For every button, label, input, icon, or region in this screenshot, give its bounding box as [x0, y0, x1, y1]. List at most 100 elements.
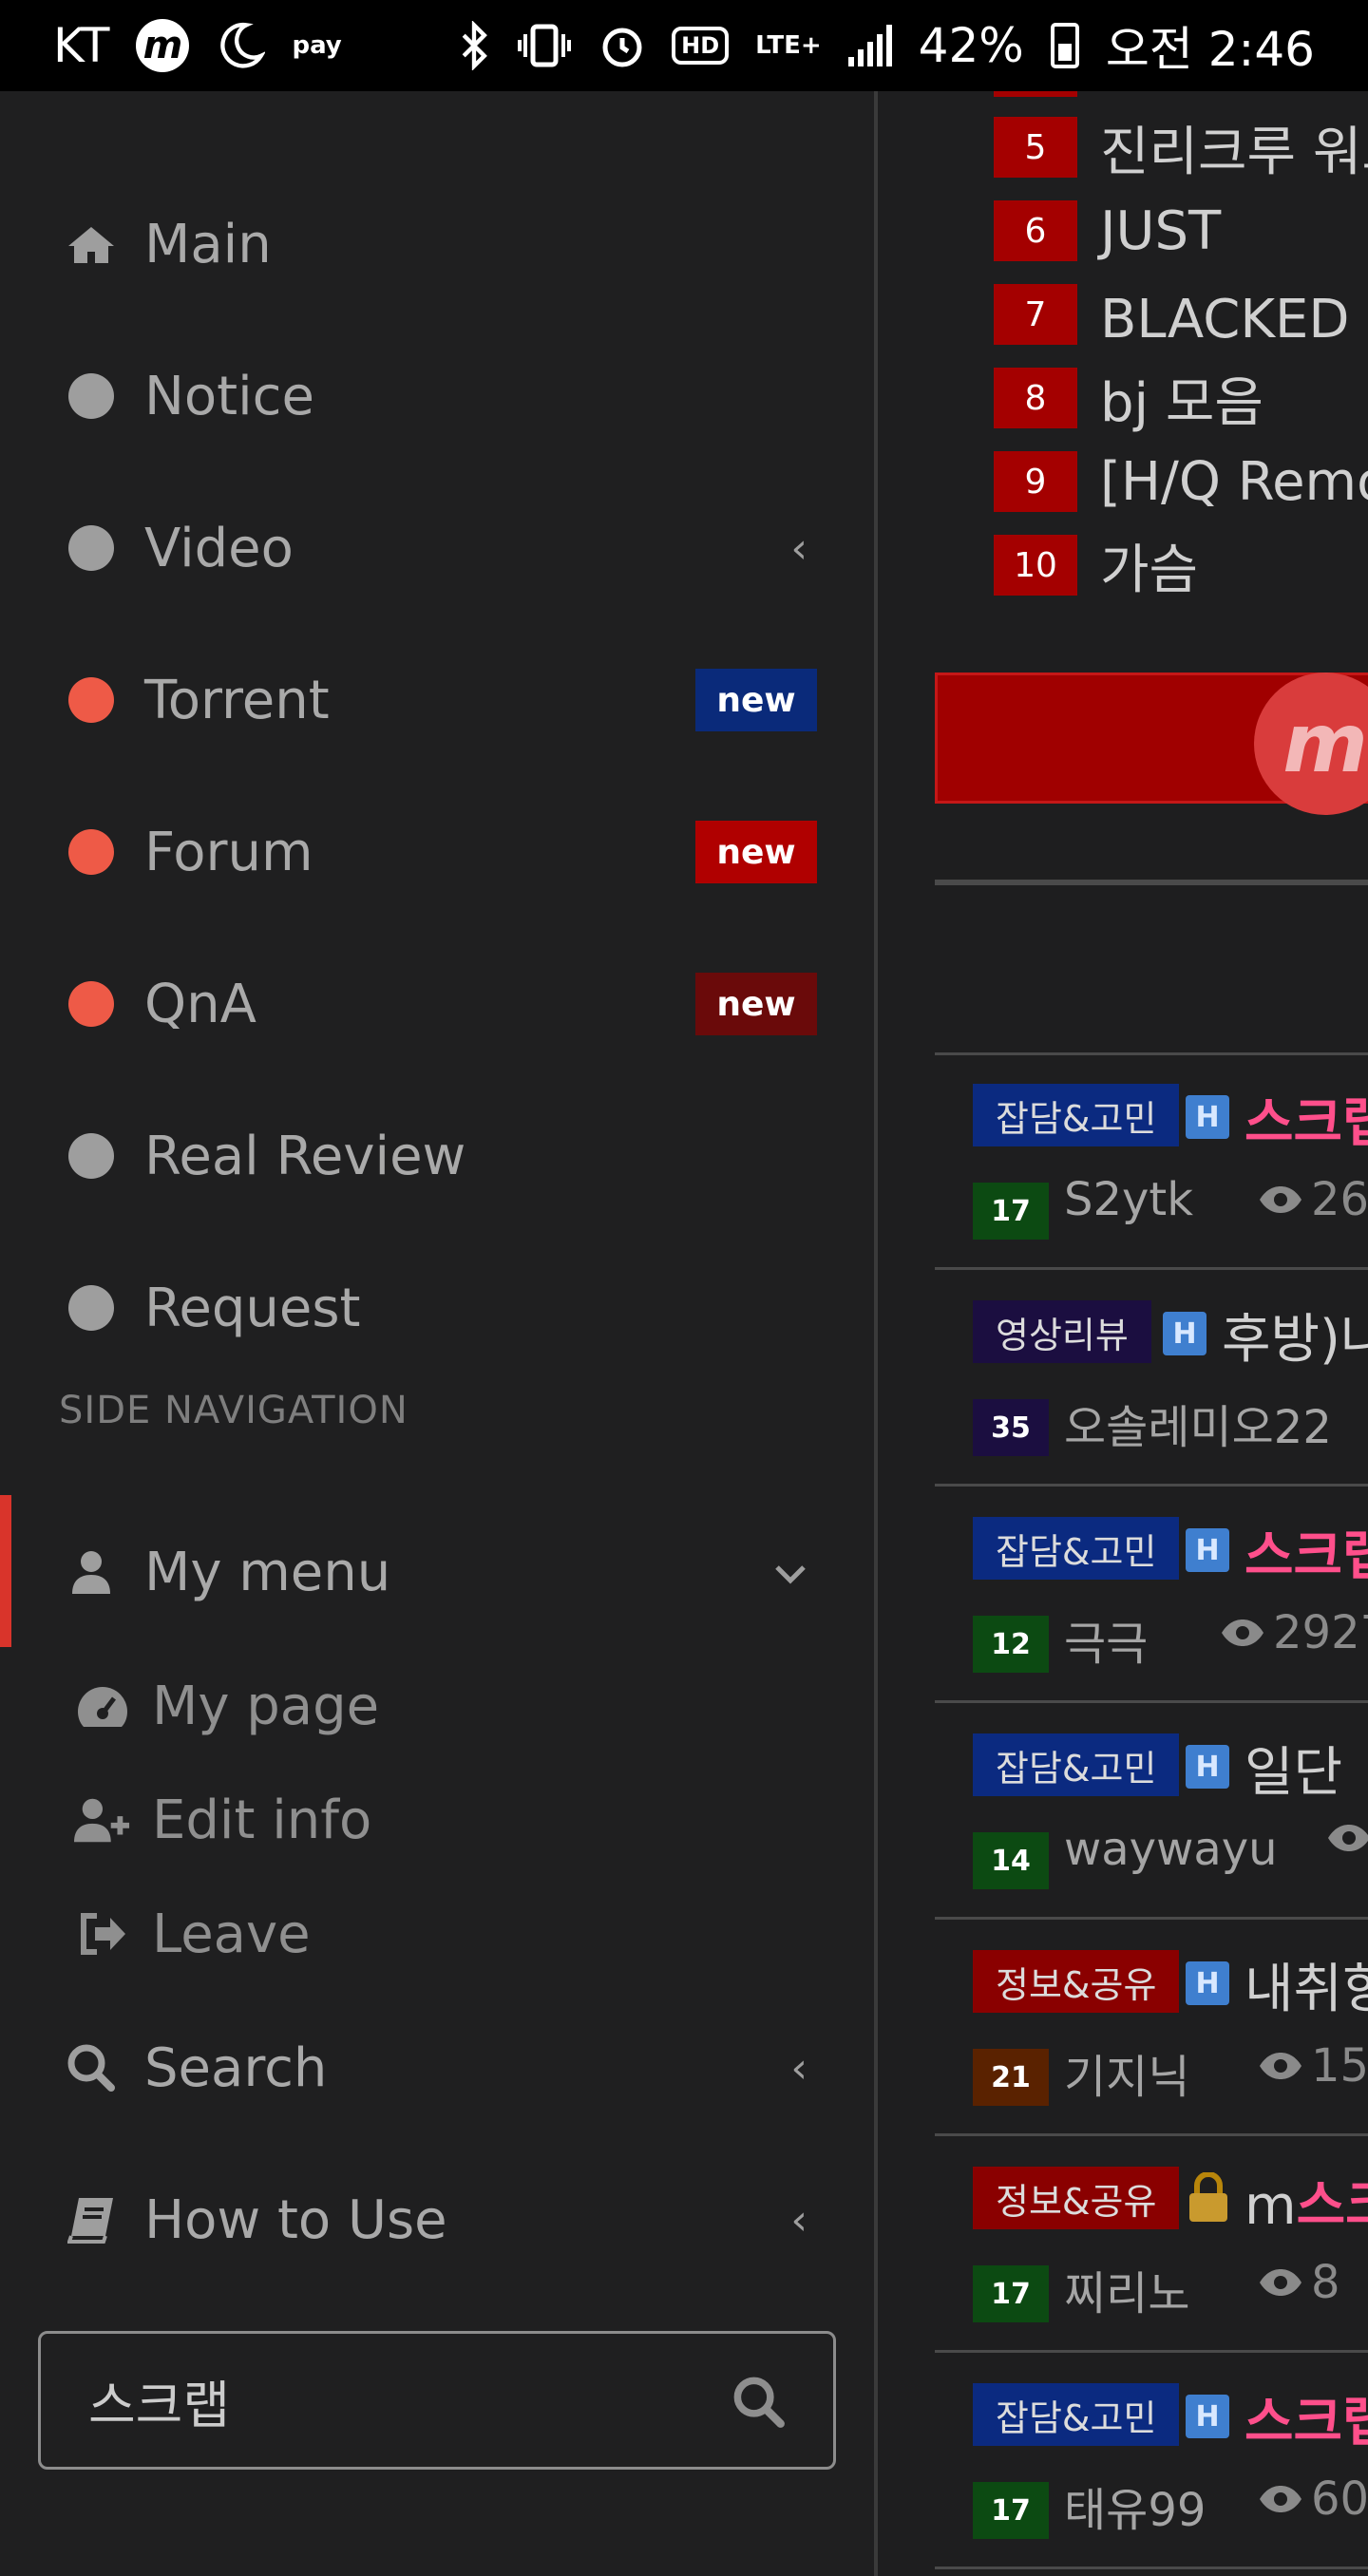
rank-title: 가슴	[1100, 539, 1199, 601]
nav-item-forum[interactable]: Forum new	[0, 800, 874, 904]
nav-item-torrent[interactable]: Torrent new	[0, 648, 874, 752]
post-row[interactable]: 잡담&고민 H 스크랩 17 태유99 60	[935, 2355, 1368, 2569]
dot-icon	[66, 1283, 116, 1333]
rank-badge-partial	[994, 91, 1077, 97]
category-tag: 영상리뷰	[973, 1300, 1151, 1363]
rank-item[interactable]: 5 진리크루 워크	[994, 114, 1368, 183]
rank-title: 진리크루 워크	[1100, 121, 1368, 183]
post-author: waywayu	[1064, 1823, 1278, 1876]
nav-item-main[interactable]: Main	[0, 192, 874, 296]
nav-label: Torrent	[144, 669, 330, 731]
eye-icon	[1260, 1186, 1302, 1213]
post-title: 스크랩	[1244, 1092, 1368, 1154]
user-plus-icon	[74, 1795, 131, 1845]
rank-number: 9	[994, 451, 1077, 512]
eye-icon	[1328, 1825, 1368, 1851]
battery-percent: 42%	[918, 18, 1024, 73]
post-author: S2ytk	[1064, 1173, 1194, 1226]
category-tag: 정보&공유	[973, 2167, 1180, 2229]
rank-title: BLACKED 시	[1100, 288, 1368, 350]
nav-item-notice[interactable]: Notice	[0, 344, 874, 448]
dot-icon	[66, 1131, 116, 1181]
view-count: 8	[1258, 2256, 1340, 2309]
post-row[interactable]: 잡담&고민 H 일단 14 waywayu	[935, 1705, 1368, 1920]
view-count: 15	[1258, 2039, 1368, 2093]
level-badge: 12	[973, 1616, 1049, 1673]
post-author: 태유99	[1064, 2484, 1206, 2537]
alarm-icon	[599, 21, 645, 70]
rank-item[interactable]: 10 가슴	[994, 532, 1198, 601]
sub-label: Edit info	[152, 1789, 372, 1851]
rank-title: bj 모음	[1100, 371, 1264, 434]
rank-number: 10	[994, 535, 1077, 596]
dot-icon	[66, 371, 116, 421]
nav-item-request[interactable]: Request	[0, 1256, 874, 1360]
post-row[interactable]: 정보&공유 m스크랩 17 찌리노 8	[935, 2138, 1368, 2353]
level-badge: 17	[973, 2265, 1049, 2322]
title-prefix: m	[1244, 2175, 1297, 2237]
section-heading: SIDE NAVIGATION	[59, 1389, 408, 1432]
nav-label: Main	[144, 213, 272, 275]
post-row[interactable]: 잡담&고민 H 스크랩 12 극극 2927	[935, 1488, 1368, 1703]
post-row[interactable]: 정보&공유 H 내취향 21 기지닉 15	[935, 1922, 1368, 2136]
nav-label: Search	[144, 2036, 328, 2099]
view-number: 60	[1311, 2472, 1368, 2526]
nav-item-real-review[interactable]: Real Review	[0, 1104, 874, 1208]
clock: 오전 2:46	[1105, 22, 1315, 77]
level-badge: 21	[973, 2049, 1049, 2106]
category-tag: 잡담&고민	[973, 2383, 1180, 2446]
nav-label: Real Review	[144, 1125, 466, 1187]
nav-label: Request	[144, 1277, 361, 1339]
rank-item[interactable]: 6 JUST	[994, 198, 1221, 264]
hot-icon: H	[1186, 1095, 1229, 1139]
view-count: 60	[1258, 2472, 1368, 2526]
hot-icon: H	[1186, 1745, 1229, 1789]
rank-item[interactable]: 7 BLACKED 시	[994, 281, 1368, 350]
rank-number: 7	[994, 284, 1077, 345]
category-tag: 잡담&고민	[973, 1517, 1180, 1580]
post-author: 찌리노	[1064, 2267, 1190, 2320]
bluetooth-icon	[459, 21, 489, 70]
nav-item-my-menu[interactable]: My menu	[0, 1520, 874, 1624]
sub-label: Leave	[152, 1903, 311, 1965]
sign-out-icon	[74, 1909, 131, 1959]
sub-item-leave[interactable]: Leave	[0, 1886, 874, 1981]
side-drawer: Main Notice Video ‹ Torrent new Forum ne…	[0, 91, 874, 2576]
sub-item-my-page[interactable]: My page	[0, 1658, 874, 1753]
eye-icon	[1260, 2269, 1302, 2296]
post-author: 기지닉	[1064, 2051, 1190, 2104]
view-count: 265	[1258, 1173, 1368, 1226]
vibrate-icon	[516, 21, 573, 70]
divider-line	[935, 880, 1368, 885]
nav-item-search[interactable]: Search ‹	[0, 2016, 874, 2120]
post-row[interactable]: 잡담&고민 H 스크랩 17 S2ytk 265	[935, 1055, 1368, 1270]
hot-icon: H	[1163, 1312, 1206, 1355]
chevron-down-icon	[773, 1548, 808, 1597]
search-icon	[66, 2043, 116, 2093]
search-icon[interactable]	[732, 2376, 786, 2433]
sidebar-search-box	[38, 2331, 836, 2470]
title-highlight: 스크랩	[1296, 2175, 1368, 2237]
rank-number: 8	[994, 368, 1077, 428]
sub-item-edit-info[interactable]: Edit info	[0, 1772, 874, 1867]
post-title: 후방)나	[1222, 1309, 1368, 1371]
nav-label: QnA	[144, 973, 256, 1035]
nav-item-how-to-use[interactable]: How to Use ‹	[0, 2168, 874, 2272]
lte-icon: LTE+	[755, 31, 822, 60]
view-number: 2927	[1273, 1606, 1368, 1659]
rank-item[interactable]: 9 [H/Q Remo	[994, 448, 1368, 515]
rank-item[interactable]: 8 bj 모음	[994, 365, 1264, 434]
hot-icon: H	[1186, 1528, 1229, 1572]
chevron-left-icon: ‹	[790, 523, 808, 573]
view-count	[1326, 1823, 1368, 1853]
dashboard-icon	[74, 1681, 131, 1731]
nav-item-qna[interactable]: QnA new	[0, 952, 874, 1056]
lock-icon	[1189, 2172, 1227, 2222]
search-input[interactable]	[88, 2334, 696, 2467]
nav-label: Forum	[144, 821, 314, 883]
post-row[interactable]: 영상리뷰 H 후방)나 35 오솔레미오22	[935, 1272, 1368, 1487]
nav-item-video[interactable]: Video ‹	[0, 496, 874, 600]
carrier-label: KT	[53, 18, 110, 73]
dot-icon	[66, 675, 116, 725]
post-author: 오솔레미오22	[1064, 1401, 1332, 1454]
